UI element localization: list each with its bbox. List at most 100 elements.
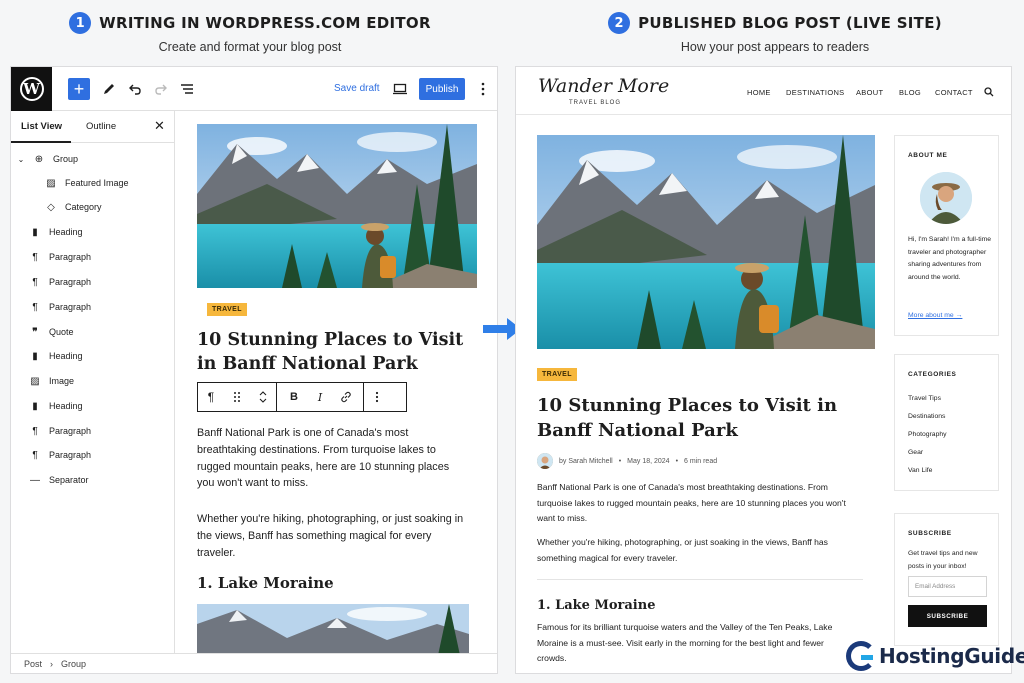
list-item-paragraph[interactable]: ¶ Paragraph [29,275,91,289]
pilcrow-icon: ¶ [32,251,38,263]
pen-tool-icon[interactable] [99,79,119,99]
list-item-label: Paragraph [49,450,92,460]
section-title: WRITING IN WORDPRESS.COM EDITOR [99,14,431,32]
image-block[interactable] [197,604,469,654]
subscribe-text: Get travel tips and new posts in your in… [908,550,978,570]
wordpress-editor: W + Save draft Publish List View Outline… [10,66,498,674]
group-icon: ⊕ [34,153,44,165]
more-about-link[interactable]: More about me → [908,312,962,319]
undo-icon[interactable] [125,79,145,99]
document-overview-icon[interactable] [177,79,197,99]
search-icon[interactable] [984,87,994,97]
hostingguider-logo: HostingGuider [846,641,1024,671]
bookmark-icon: ▮ [32,400,38,412]
list-item-quote[interactable]: ❞ Quote [29,325,73,339]
save-draft-button[interactable]: Save draft [334,83,380,94]
add-block-button[interactable]: + [68,78,90,100]
list-item-category[interactable]: ◇ Category [45,200,101,214]
category-link[interactable]: Travel Tips [908,395,941,402]
wordpress-logo[interactable]: W [11,67,52,111]
list-item-featured-image[interactable]: ▨ Featured Image [45,176,128,190]
site-header: Wander More TRAVEL BLOG HOME DESTINATION… [516,67,1011,115]
widget-title: ABOUT ME [908,152,948,159]
block-toolbar: ¶ B I [197,382,407,412]
paragraph-type-icon[interactable]: ¶ [198,383,224,411]
section-subtitle: How your post appears to readers [680,40,870,54]
link-icon[interactable] [333,383,359,411]
category-link[interactable]: Van Life [908,467,932,474]
list-item-heading[interactable]: ▮ Heading [29,399,82,413]
widget-title: SUBSCRIBE [908,530,952,537]
list-item-heading[interactable]: ▮ Heading [29,349,82,363]
post-title[interactable]: 10 Stunning Places to Visit in Banff Nat… [197,328,477,376]
post-byline: by Sarah Mitchell • May 18, 2024 • 6 min… [537,453,717,469]
bold-button[interactable]: B [281,383,307,411]
category-link[interactable]: Photography [908,431,947,438]
paragraph-block[interactable]: Whether you're hiking, photographing, or… [197,511,467,561]
categories-widget: CATEGORIES Travel Tips Destinations Phot… [894,354,999,491]
featured-image[interactable] [197,124,477,288]
nav-item-destinations[interactable]: DESTINATIONS [786,88,844,97]
breadcrumb-item-post[interactable]: Post [24,659,42,669]
list-item-label: Paragraph [49,277,92,287]
author-name[interactable]: by Sarah Mitchell [559,458,613,465]
category-link[interactable]: Gear [908,449,923,456]
active-tab-indicator [11,141,71,143]
tab-outline[interactable]: Outline [86,121,116,132]
category-tag[interactable]: TRAVEL [207,303,247,316]
list-item-separator[interactable]: — Separator [29,473,89,487]
author-avatar [920,172,972,224]
separator [537,579,863,580]
italic-button[interactable]: I [307,383,333,411]
about-widget: ABOUT ME Hi, I'm Sarah! I'm a full-time … [894,135,999,336]
drag-handle-icon[interactable] [224,383,250,411]
quote-icon: ❞ [32,326,38,338]
category-tag[interactable]: TRAVEL [537,368,577,381]
nav-item-about[interactable]: ABOUT [856,88,883,97]
pilcrow-icon: ¶ [32,276,38,288]
list-item-label: Separator [49,475,89,485]
tag-icon: ◇ [47,201,55,213]
pilcrow-icon: ¶ [32,449,38,461]
subscribe-widget: SUBSCRIBE Get travel tips and new posts … [894,513,999,646]
subscribe-button[interactable]: SUBSCRIBE [908,605,987,627]
nav-item-home[interactable]: HOME [747,88,771,97]
site-brand[interactable]: Wander More [538,75,669,97]
list-item-label: Image [49,376,75,386]
live-site: Wander More TRAVEL BLOG HOME DESTINATION… [515,66,1012,674]
breadcrumb: Post › Group [11,653,497,673]
email-field[interactable]: Email Address [908,576,987,597]
list-item-image[interactable]: ▨ Image [29,374,74,388]
post-heading: 1. Lake Moraine [537,598,656,613]
step-number: 1 [69,12,92,34]
section-header-editor: 1 WRITING IN WORDPRESS.COM EDITOR Create… [60,12,440,54]
nav-item-blog[interactable]: BLOG [899,88,921,97]
block-options-icon[interactable] [364,383,390,411]
byline-separator: • [675,457,679,465]
preview-icon[interactable] [390,79,410,99]
chevron-down-icon: ⌄ [17,154,25,164]
list-item-paragraph[interactable]: ¶ Paragraph [29,300,91,314]
category-link[interactable]: Destinations [908,413,945,420]
section-subtitle: Create and format your blog post [158,40,342,54]
heading-block[interactable]: 1. Lake Moraine [197,574,334,592]
list-item-group[interactable]: ⌄ ⊕ Group [17,152,78,166]
watermark-text: HostingGuider [879,644,1024,668]
redo-icon[interactable] [151,79,171,99]
move-up-down-icon[interactable] [250,383,276,411]
paragraph-block[interactable]: Banff National Park is one of Canada's m… [197,425,467,492]
nav-item-contact[interactable]: CONTACT [935,88,973,97]
breadcrumb-item-group[interactable]: Group [61,659,86,669]
list-item-heading[interactable]: ▮ Heading [29,225,82,239]
tab-list-view[interactable]: List View [21,121,62,132]
pilcrow-icon: ¶ [32,301,38,313]
close-icon[interactable]: ✕ [154,118,165,134]
more-options-icon[interactable] [473,79,493,99]
separator-icon: — [30,474,40,486]
list-item-paragraph[interactable]: ¶ Paragraph [29,424,91,438]
list-item-paragraph[interactable]: ¶ Paragraph [29,448,91,462]
site-tagline: TRAVEL BLOG [569,100,622,106]
publish-button[interactable]: Publish [419,78,465,100]
list-item-paragraph[interactable]: ¶ Paragraph [29,250,91,264]
post-paragraph: Banff National Park is one of Canada's m… [537,482,846,523]
